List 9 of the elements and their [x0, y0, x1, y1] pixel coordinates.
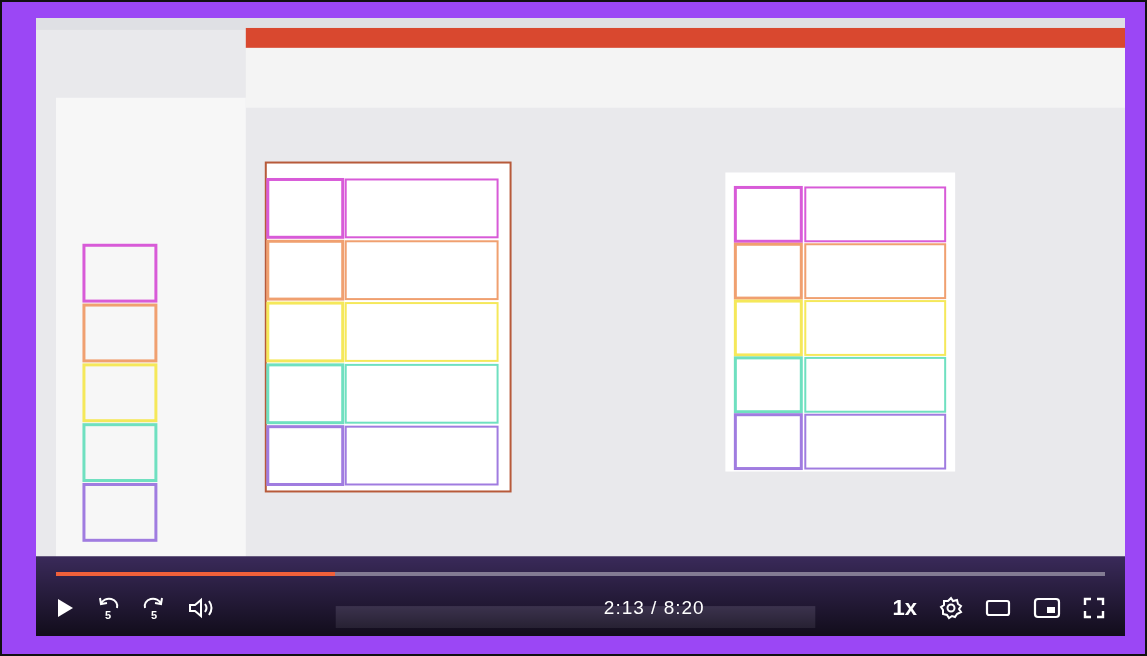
time-display: 2:13 / 8:20 — [602, 597, 705, 619]
play-button[interactable] — [56, 598, 74, 618]
miniplayer-icon[interactable] — [1033, 597, 1061, 619]
speed-button[interactable]: 1x — [892, 595, 917, 621]
fullscreen-icon[interactable] — [1083, 597, 1105, 619]
forward-button[interactable]: 5 — [142, 595, 166, 621]
rewind-button[interactable]: 5 — [96, 595, 120, 621]
settings-icon[interactable] — [939, 596, 963, 620]
theater-mode-icon[interactable] — [985, 598, 1011, 618]
